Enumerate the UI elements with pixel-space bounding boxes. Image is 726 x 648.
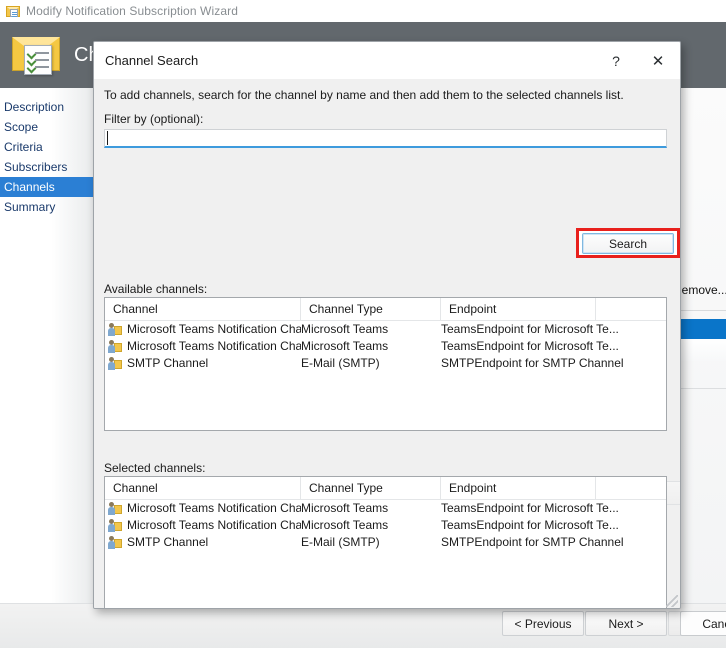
sidebar-item-scope[interactable]: Scope: [0, 117, 93, 137]
cell-channel: SMTP Channel: [105, 355, 301, 372]
column-header-channel[interactable]: Channel: [105, 298, 301, 320]
table-row[interactable]: SMTP Channel E-Mail (SMTP) SMTPEndpoint …: [105, 355, 666, 372]
grid-header: Channel Channel Type Endpoint: [105, 477, 666, 500]
grid-header: Channel Channel Type Endpoint: [105, 298, 666, 321]
channel-user-icon: [108, 519, 122, 532]
dialog-description: To add channels, search for the channel …: [104, 88, 624, 102]
next-button[interactable]: Next >: [585, 611, 667, 636]
dialog-body: To add channels, search for the channel …: [94, 79, 680, 608]
cell-channel-type: E-Mail (SMTP): [301, 535, 380, 549]
cell-channel: SMTP Channel: [105, 534, 301, 551]
column-header-endpoint[interactable]: Endpoint: [441, 477, 596, 499]
help-icon[interactable]: ?: [596, 42, 636, 79]
cell-endpoint: SMTPEndpoint for SMTP Channel: [441, 356, 624, 370]
sidebar-item-label: Scope: [4, 120, 39, 134]
column-header-spacer[interactable]: [596, 477, 666, 499]
sidebar-item-description[interactable]: Description: [0, 97, 93, 117]
table-row[interactable]: Microsoft Teams Notification Chann... Mi…: [105, 338, 666, 355]
channel-user-icon: [108, 357, 122, 370]
channel-user-icon: [108, 536, 122, 549]
column-header-channel-type[interactable]: Channel Type: [301, 477, 441, 499]
cell-channel: Microsoft Teams Notification Chann...: [105, 338, 301, 355]
cell-endpoint: SMTPEndpoint for SMTP Channel: [441, 535, 624, 549]
text-caret: [107, 131, 108, 145]
column-header-spacer[interactable]: [596, 298, 666, 320]
channel-search-dialog: Channel Search ? ✕ To add channels, sear…: [93, 41, 681, 609]
app-root: Modify Notification Subscription Wizard …: [0, 0, 726, 648]
table-row[interactable]: Microsoft Teams Notification Channel Mic…: [105, 500, 666, 517]
close-icon[interactable]: ✕: [636, 42, 680, 79]
sidebar-item-label: Summary: [4, 200, 56, 214]
channel-user-icon: [108, 340, 122, 353]
cell-endpoint: TeamsEndpoint for Microsoft Te...: [441, 339, 619, 353]
cell-channel-type: E-Mail (SMTP): [301, 356, 380, 370]
filter-label: Filter by (optional):: [104, 112, 204, 126]
mail-subscription-icon: [6, 5, 20, 18]
sidebar-item-label: Subscribers: [4, 160, 68, 174]
channel-user-icon: [108, 502, 122, 515]
sidebar-item-label: Criteria: [4, 140, 43, 154]
cell-endpoint: TeamsEndpoint for Microsoft Te...: [441, 518, 619, 532]
table-row[interactable]: Microsoft Teams Notification Channel Mic…: [105, 321, 666, 338]
wizard-title: Modify Notification Subscription Wizard: [26, 4, 238, 18]
sidebar-item-label: Description: [4, 100, 65, 114]
cell-channel: Microsoft Teams Notification Chann...: [105, 517, 301, 534]
search-button[interactable]: Search: [582, 233, 674, 254]
sidebar-item-channels[interactable]: Channels: [0, 177, 93, 197]
cell-text: Microsoft Teams Notification Channel: [127, 322, 301, 336]
cell-channel: Microsoft Teams Notification Channel: [105, 500, 301, 517]
sidebar-item-summary[interactable]: Summary: [0, 197, 93, 217]
cell-text: Microsoft Teams Notification Chann...: [127, 339, 301, 353]
cell-text: Microsoft Teams Notification Chann...: [127, 518, 301, 532]
cell-channel-type: Microsoft Teams: [301, 518, 389, 532]
sidebar-item-label: Channels: [4, 180, 55, 194]
selected-channels-grid[interactable]: Channel Channel Type Endpoint Microsoft …: [104, 476, 667, 608]
previous-button[interactable]: < Previous: [502, 611, 584, 636]
available-channels-grid[interactable]: Channel Channel Type Endpoint Microsoft …: [104, 297, 667, 431]
cell-channel: Microsoft Teams Notification Channel: [105, 321, 301, 338]
cell-channel-type: Microsoft Teams: [301, 501, 389, 515]
cell-endpoint: TeamsEndpoint for Microsoft Te...: [441, 322, 619, 336]
sidebar-item-subscribers[interactable]: Subscribers: [0, 157, 93, 177]
cell-channel-type: Microsoft Teams: [301, 322, 389, 336]
cell-text: Microsoft Teams Notification Channel: [127, 501, 301, 515]
channel-user-icon: [108, 323, 122, 336]
dialog-titlebar: Channel Search ? ✕: [94, 42, 680, 79]
mail-subscription-large-icon: [10, 33, 62, 77]
cell-endpoint: TeamsEndpoint for Microsoft Te...: [441, 501, 619, 515]
table-row[interactable]: SMTP Channel E-Mail (SMTP) SMTPEndpoint …: [105, 534, 666, 551]
cell-channel-type: Microsoft Teams: [301, 339, 389, 353]
wizard-sidebar: Description Scope Criteria Subscribers C…: [0, 88, 94, 603]
column-header-channel-type[interactable]: Channel Type: [301, 298, 441, 320]
table-row[interactable]: Microsoft Teams Notification Chann... Mi…: [105, 517, 666, 534]
wizard-cancel-button[interactable]: Cancel: [680, 611, 726, 636]
filter-input-wrap[interactable]: [104, 129, 667, 148]
wizard-titlebar: Modify Notification Subscription Wizard: [0, 0, 726, 22]
cell-text: SMTP Channel: [127, 356, 209, 370]
resize-grip[interactable]: [666, 595, 678, 607]
dialog-title: Channel Search: [105, 53, 199, 68]
selected-channels-label: Selected channels:: [104, 461, 206, 475]
column-header-channel[interactable]: Channel: [105, 477, 301, 499]
available-channels-label: Available channels:: [104, 282, 208, 296]
sidebar-item-criteria[interactable]: Criteria: [0, 137, 93, 157]
filter-input[interactable]: [105, 130, 666, 146]
wizard-footer: < Previous Next > Finish Cancel: [0, 603, 726, 648]
cell-text: SMTP Channel: [127, 535, 209, 549]
column-header-endpoint[interactable]: Endpoint: [441, 298, 596, 320]
